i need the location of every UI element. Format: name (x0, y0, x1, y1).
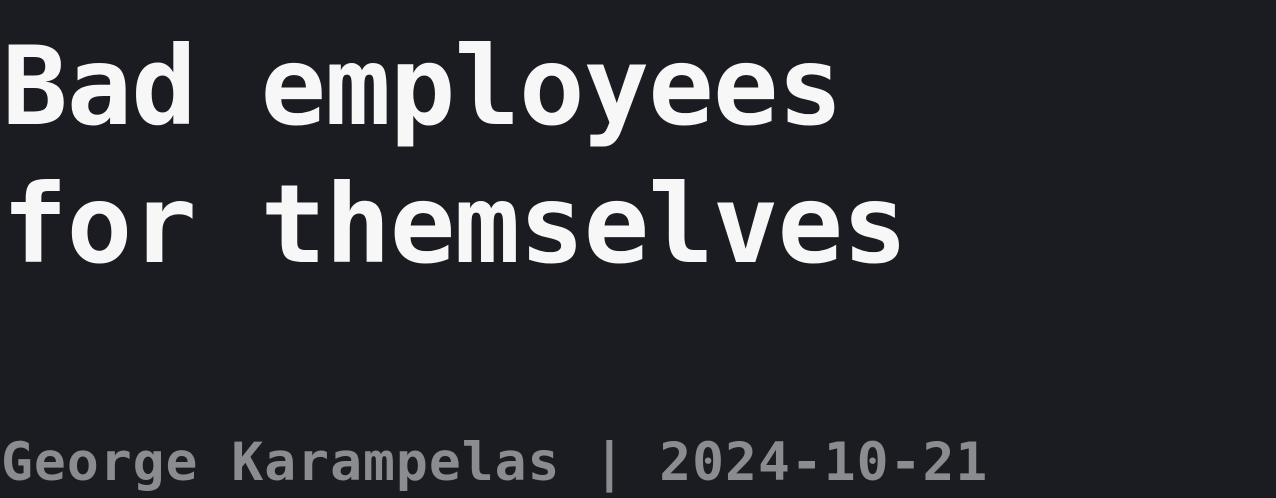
byline-separator: | (593, 432, 627, 493)
title-line-1: Bad employees (2, 23, 843, 150)
author-name: George Karampelas (1, 432, 561, 493)
page-title: Bad employees for themselves (2, 18, 908, 294)
byline: George Karampelas | 2024-10-21 (1, 432, 988, 494)
title-card: Bad employees for themselves George Kara… (0, 0, 1276, 498)
publish-date: 2024-10-21 (659, 432, 989, 493)
title-line-2: for themselves (2, 161, 908, 288)
